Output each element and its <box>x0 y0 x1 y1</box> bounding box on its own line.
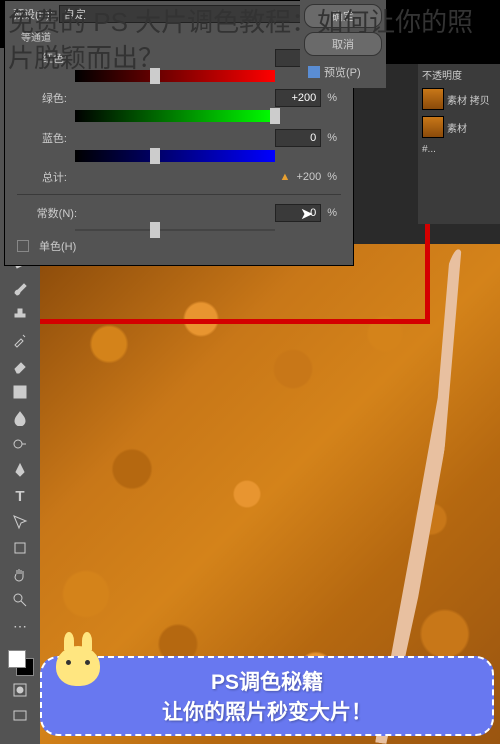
brush-tool-icon[interactable] <box>8 276 32 300</box>
layer-blend-row: #... <box>418 141 500 158</box>
mono-label: 单色(H) <box>39 238 76 254</box>
warning-icon: ▲ <box>280 171 291 183</box>
total-label: 总计: <box>21 169 67 185</box>
zoom-tool-icon[interactable] <box>8 588 32 612</box>
total-unit: % <box>327 171 337 183</box>
blue-value-input[interactable] <box>275 129 321 147</box>
banner-line1: PS调色秘籍 <box>211 666 323 696</box>
type-tool-icon[interactable]: T <box>8 484 32 508</box>
total-value: +200 <box>296 171 321 183</box>
layer-thumb-icon <box>422 116 444 138</box>
blue-slider[interactable] <box>75 150 275 162</box>
eraser-tool-icon[interactable] <box>8 354 32 378</box>
bunny-icon <box>56 646 100 686</box>
hand-tool-icon[interactable] <box>8 562 32 586</box>
layers-panel: 不透明度 素材 拷贝 素材 #... <box>418 64 500 224</box>
constant-slider[interactable] <box>75 229 275 231</box>
pen-tool-icon[interactable] <box>8 458 32 482</box>
layer-row-1[interactable]: 素材 拷贝 <box>418 85 500 113</box>
fg-color[interactable] <box>8 650 26 668</box>
constant-label: 常数(N): <box>21 205 77 221</box>
layer-row-2[interactable]: 素材 <box>418 113 500 141</box>
cursor-icon: ➤ <box>300 204 313 224</box>
green-unit: % <box>327 92 337 104</box>
blue-label: 蓝色: <box>21 130 67 146</box>
blur-tool-icon[interactable] <box>8 406 32 430</box>
green-value-input[interactable] <box>275 89 321 107</box>
quickmask-icon[interactable] <box>8 678 32 702</box>
mono-checkbox[interactable] <box>17 240 29 252</box>
green-label: 绿色: <box>21 90 67 106</box>
dodge-tool-icon[interactable] <box>8 432 32 456</box>
promo-banner: PS调色秘籍 让你的照片秒变大片！ <box>40 656 494 736</box>
history-brush-icon[interactable] <box>8 328 32 352</box>
screenmode-icon[interactable] <box>8 704 32 728</box>
blue-unit: % <box>327 132 337 144</box>
green-slider[interactable] <box>75 110 275 122</box>
path-tool-icon[interactable] <box>8 510 32 534</box>
gradient-tool-icon[interactable] <box>8 380 32 404</box>
shape-tool-icon[interactable] <box>8 536 32 560</box>
color-swatch[interactable] <box>6 648 34 676</box>
page-title: 免费的 PS 大片调色教程：如何让你的照片脱颖而出？ <box>8 4 492 77</box>
stamp-tool-icon[interactable] <box>8 302 32 326</box>
constant-value-input[interactable] <box>275 204 321 222</box>
layer-name-2: 素材 <box>447 120 467 135</box>
banner-line2: 让你的照片秒变大片！ <box>162 696 372 726</box>
edit-toolbar-icon[interactable]: ⋯ <box>8 614 32 638</box>
layer-name-1: 素材 拷贝 <box>447 92 490 107</box>
layer-thumb-icon <box>422 88 444 110</box>
constant-unit: % <box>327 207 337 219</box>
